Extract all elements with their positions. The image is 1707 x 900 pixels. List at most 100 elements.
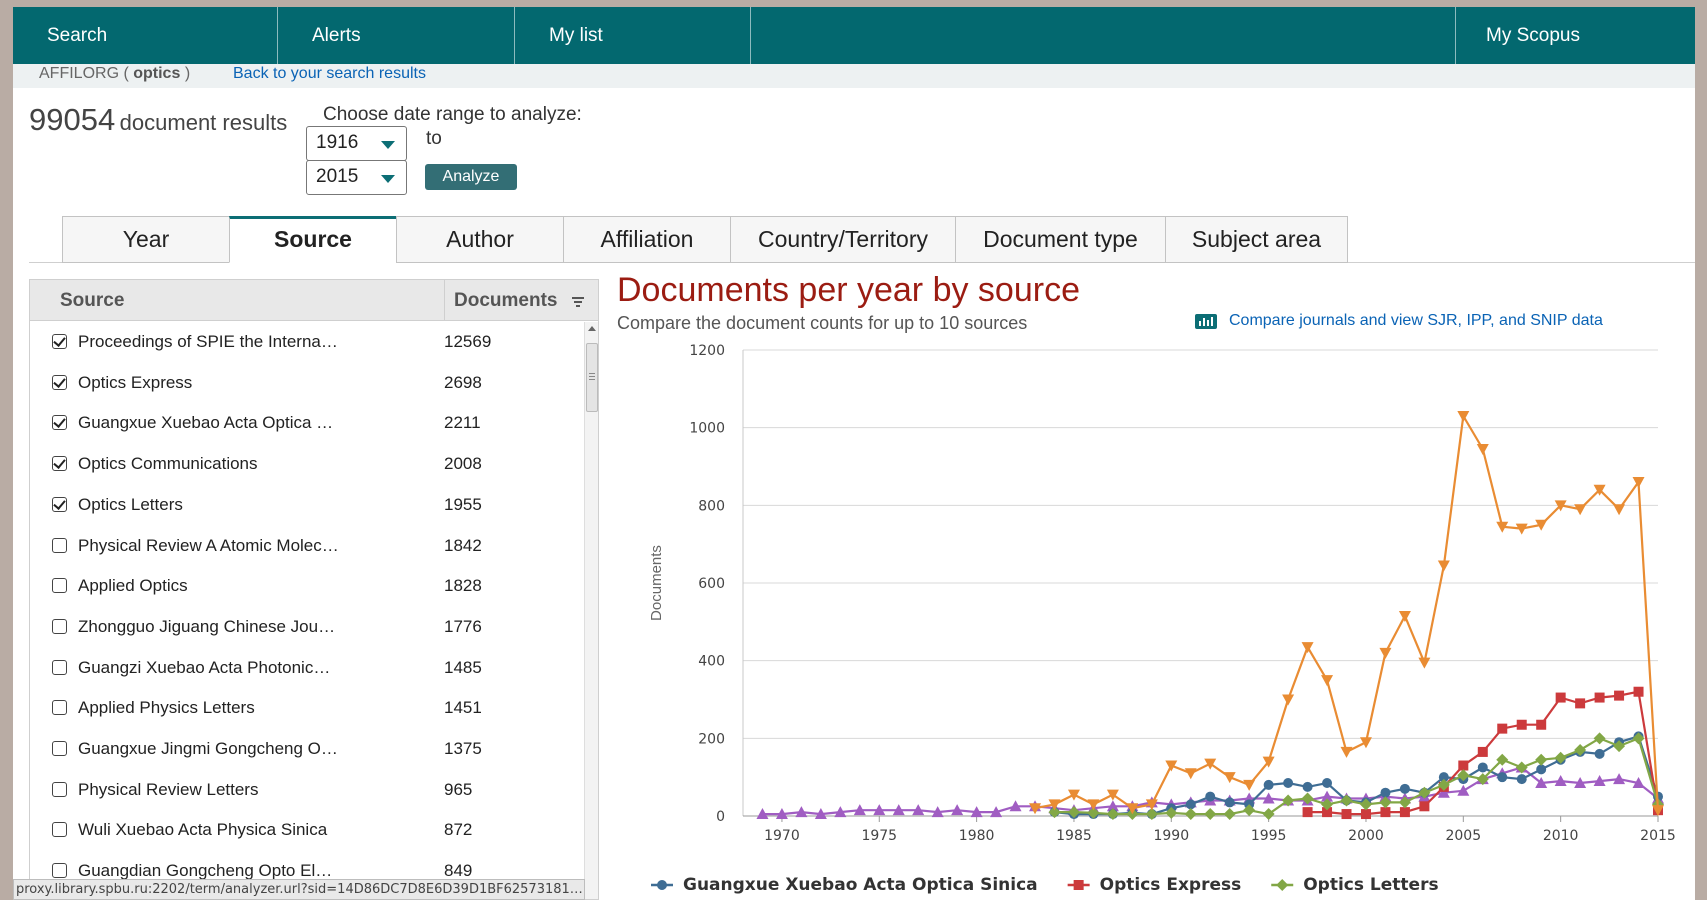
y-tick-label: 1000	[689, 421, 725, 437]
column-documents-header[interactable]: Documents	[454, 280, 557, 321]
scroll-thumb[interactable]	[586, 343, 598, 412]
source-checkbox[interactable]	[52, 781, 67, 797]
source-doc-count: 1375	[444, 739, 482, 758]
source-checkbox[interactable]	[52, 618, 67, 634]
data-point	[1497, 772, 1508, 783]
data-point	[1633, 686, 1644, 697]
results-label: document results	[119, 110, 288, 135]
analyze-button[interactable]: Analyze	[425, 164, 517, 190]
data-point	[1282, 694, 1295, 706]
data-point	[1302, 781, 1313, 792]
source-doc-count: 1842	[444, 535, 482, 555]
tab-affiliation[interactable]: Affiliation	[563, 216, 731, 263]
source-checkbox[interactable]	[52, 741, 67, 756]
source-row[interactable]: Guangxue Jingmi Gongcheng O… 1375	[30, 729, 582, 769]
source-doc-count: 2698	[444, 372, 482, 392]
data-point	[1106, 789, 1119, 801]
nav-search[interactable]: Search	[13, 7, 278, 64]
source-row[interactable]: Optics Communications 2008	[30, 444, 582, 484]
source-checkbox[interactable]	[52, 822, 67, 838]
source-name[interactable]: Guangxue Jingmi Gongcheng O…	[78, 729, 338, 769]
data-point	[1419, 801, 1430, 812]
source-name[interactable]: Proceedings of SPIE the Interna…	[78, 322, 338, 362]
documents-per-year-chart: 0 200 400 600 800 1000 1200 1970 1975 1980 1985 199…	[648, 343, 1676, 895]
data-point	[1322, 777, 1333, 788]
source-doc-count: 2211	[444, 413, 481, 433]
tab-subject-area[interactable]: Subject area	[1165, 216, 1348, 263]
tab-document-type[interactable]: Document type	[955, 216, 1166, 263]
source-name[interactable]: Wuli Xuebao Acta Physica Sinica	[78, 810, 327, 850]
source-name[interactable]: Optics Letters	[78, 485, 183, 525]
data-point	[1359, 737, 1372, 749]
source-name[interactable]: Applied Optics	[78, 566, 188, 606]
source-checkbox[interactable]	[52, 456, 67, 472]
nav-my-list[interactable]: My list	[515, 7, 751, 64]
back-to-results-link[interactable]: Back to your search results	[233, 64, 426, 84]
tab-author[interactable]: Author	[396, 216, 564, 263]
data-point	[1399, 807, 1410, 818]
data-point	[1516, 719, 1527, 730]
source-row[interactable]: Proceedings of SPIE the Interna… 12569	[30, 322, 582, 362]
source-checkbox[interactable]	[52, 334, 67, 349]
y-tick-label: 800	[698, 498, 725, 514]
x-tick-label: 1990	[1153, 828, 1189, 844]
column-source-header[interactable]: Source	[60, 280, 124, 321]
y-axis-label: Documents	[648, 545, 665, 621]
results-number: 99054	[29, 102, 116, 137]
source-row[interactable]: Applied Physics Letters 1451	[30, 688, 582, 728]
source-row[interactable]: Applied Optics 1828	[30, 566, 582, 606]
source-row[interactable]: Zhongguo Jiguang Chinese Jou… 1776	[30, 607, 582, 647]
y-tick-label: 400	[698, 654, 725, 670]
legend-item: Optics Express	[1100, 875, 1242, 895]
compare-journals-link-text: Compare journals and view SJR, IPP, and …	[1229, 312, 1603, 329]
date-range-label: Choose date range to analyze:	[323, 104, 582, 125]
source-row[interactable]: Guangxue Xuebao Acta Optica … 2211	[30, 403, 582, 443]
data-point	[1437, 560, 1450, 572]
source-row[interactable]: Guangzi Xuebao Acta Photonic… 1485	[30, 648, 582, 688]
source-checkbox[interactable]	[52, 496, 67, 512]
source-checkbox[interactable]	[52, 578, 67, 594]
source-name[interactable]: Applied Physics Letters	[78, 688, 255, 728]
sources-scrollbar[interactable]	[584, 322, 598, 899]
date-to-select[interactable]: 2015	[306, 160, 407, 195]
data-point	[1223, 808, 1236, 821]
sort-icon[interactable]	[572, 297, 584, 309]
source-row[interactable]: Physical Review Letters 965	[30, 770, 582, 810]
results-count: 99054 document results	[29, 102, 287, 138]
nav-my-scopus[interactable]: My Scopus	[1455, 7, 1695, 64]
source-checkbox[interactable]	[52, 374, 67, 390]
source-name[interactable]: Guangxue Xuebao Acta Optica …	[78, 403, 333, 443]
source-checkbox[interactable]	[52, 415, 67, 431]
source-checkbox[interactable]	[52, 659, 67, 675]
source-doc-count: 1828	[444, 576, 482, 596]
data-point	[1204, 808, 1217, 821]
source-row[interactable]: Optics Express 2698	[30, 363, 582, 403]
source-name[interactable]: Optics Communications	[78, 444, 258, 484]
tab-country-territory[interactable]: Country/Territory	[730, 216, 956, 263]
source-name[interactable]: Physical Review Letters	[78, 770, 258, 810]
source-name[interactable]: Physical Review A Atomic Molec…	[78, 526, 339, 566]
browser-status-bar: proxy.library.spbu.ru:2202/term/analyzer…	[13, 879, 585, 900]
source-checkbox[interactable]	[52, 537, 67, 553]
tab-source[interactable]: Source	[229, 216, 397, 263]
source-checkbox[interactable]	[52, 863, 67, 879]
data-point	[1321, 675, 1334, 687]
nav-alerts[interactable]: Alerts	[278, 7, 515, 64]
source-checkbox[interactable]	[52, 700, 67, 716]
source-row[interactable]: Physical Review A Atomic Molec… 1842	[30, 526, 582, 566]
source-name[interactable]: Optics Express	[78, 363, 192, 403]
compare-journals-link[interactable]: Compare journals and view SJR, IPP, and …	[1195, 312, 1603, 330]
source-name[interactable]: Guangzi Xuebao Acta Photonic…	[78, 648, 330, 688]
source-name[interactable]: Zhongguo Jiguang Chinese Jou…	[78, 607, 335, 647]
scroll-up-arrow-icon[interactable]	[588, 326, 596, 331]
tab-year[interactable]: Year	[62, 216, 230, 263]
column-divider	[444, 280, 445, 321]
x-tick-label: 2005	[1445, 828, 1481, 844]
source-row[interactable]: Wuli Xuebao Acta Physica Sinica 872	[30, 810, 582, 850]
query-bar: AFFILORG ( optics ) Back to your search …	[13, 64, 1695, 88]
data-point	[1205, 791, 1216, 802]
data-point	[1379, 647, 1392, 659]
data-point	[1614, 690, 1625, 701]
source-row[interactable]: Optics Letters 1955	[30, 485, 582, 525]
date-from-select[interactable]: 1916	[306, 126, 407, 161]
